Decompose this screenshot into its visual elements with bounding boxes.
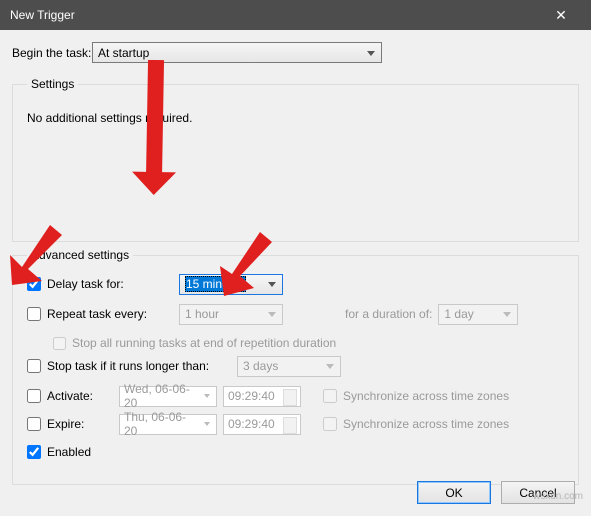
ok-label: OK bbox=[445, 486, 462, 500]
begin-task-label: Begin the task: bbox=[12, 46, 92, 60]
enabled-checkbox[interactable] bbox=[27, 445, 41, 459]
begin-task-value: At startup bbox=[98, 46, 149, 60]
expire-label: Expire: bbox=[47, 417, 107, 431]
delay-label: Delay task for: bbox=[47, 277, 179, 291]
activate-time-text: 09:29:40 bbox=[228, 389, 275, 403]
begin-task-row: Begin the task: At startup bbox=[12, 42, 579, 63]
activate-sync-checkbox bbox=[323, 389, 337, 403]
repeat-duration-select[interactable]: 1 day bbox=[438, 304, 518, 325]
expire-checkbox[interactable] bbox=[27, 417, 41, 431]
stop-all-row: Stop all running tasks at end of repetit… bbox=[27, 332, 568, 354]
enabled-row: Enabled bbox=[27, 440, 568, 464]
ok-button[interactable]: OK bbox=[417, 481, 491, 504]
delay-row: Delay task for: 15 minutes bbox=[27, 272, 568, 296]
activate-sync-label: Synchronize across time zones bbox=[343, 389, 509, 403]
activate-date[interactable]: Wed, 06-06-20 bbox=[119, 386, 217, 407]
stop-longer-value: 3 days bbox=[243, 359, 278, 373]
stop-all-label: Stop all running tasks at end of repetit… bbox=[72, 336, 336, 350]
client-area: Begin the task: At startup Settings No a… bbox=[0, 30, 591, 516]
expire-row: Expire: Thu, 06-06-20 09:29:40 Synchroni… bbox=[27, 412, 568, 436]
stop-all-checkbox bbox=[53, 337, 66, 350]
advanced-group: Advanced settings Delay task for: 15 min… bbox=[12, 248, 579, 485]
repeat-interval-select[interactable]: 1 hour bbox=[179, 304, 283, 325]
watermark: wsxdn.com bbox=[533, 491, 583, 502]
enabled-label: Enabled bbox=[47, 445, 179, 459]
window-title: New Trigger bbox=[10, 8, 541, 22]
repeat-checkbox[interactable] bbox=[27, 307, 41, 321]
settings-legend: Settings bbox=[27, 77, 78, 91]
repeat-label: Repeat task every: bbox=[47, 307, 179, 321]
repeat-row: Repeat task every: 1 hour for a duration… bbox=[27, 302, 568, 326]
close-button[interactable]: ✕ bbox=[541, 0, 581, 30]
titlebar: New Trigger ✕ bbox=[0, 0, 591, 30]
expire-time[interactable]: 09:29:40 bbox=[223, 414, 301, 435]
delay-checkbox[interactable] bbox=[27, 277, 41, 291]
expire-time-text: 09:29:40 bbox=[228, 417, 275, 431]
stop-longer-checkbox[interactable] bbox=[27, 359, 41, 373]
activate-label: Activate: bbox=[47, 389, 107, 403]
settings-text: No additional settings required. bbox=[27, 101, 568, 125]
settings-group: Settings No additional settings required… bbox=[12, 77, 579, 242]
begin-task-select[interactable]: At startup bbox=[92, 42, 382, 63]
activate-checkbox[interactable] bbox=[27, 389, 41, 403]
stop-longer-select[interactable]: 3 days bbox=[237, 356, 341, 377]
expire-sync-label: Synchronize across time zones bbox=[343, 417, 509, 431]
expire-sync-checkbox bbox=[323, 417, 337, 431]
delay-value: 15 minutes bbox=[185, 276, 246, 292]
activate-time[interactable]: 09:29:40 bbox=[223, 386, 301, 407]
expire-date[interactable]: Thu, 06-06-20 bbox=[119, 414, 217, 435]
advanced-legend: Advanced settings bbox=[27, 248, 133, 262]
activate-row: Activate: Wed, 06-06-20 09:29:40 Synchro… bbox=[27, 384, 568, 408]
repeat-duration-label: for a duration of: bbox=[345, 307, 432, 321]
expire-date-text: Thu, 06-06-20 bbox=[124, 410, 198, 438]
stop-longer-label: Stop task if it runs longer than: bbox=[47, 359, 237, 373]
activate-date-text: Wed, 06-06-20 bbox=[124, 382, 198, 410]
delay-select[interactable]: 15 minutes bbox=[179, 274, 283, 295]
close-icon: ✕ bbox=[555, 7, 567, 24]
stop-longer-row: Stop task if it runs longer than: 3 days bbox=[27, 354, 568, 378]
repeat-interval-value: 1 hour bbox=[185, 307, 219, 321]
repeat-duration-value: 1 day bbox=[444, 307, 473, 321]
